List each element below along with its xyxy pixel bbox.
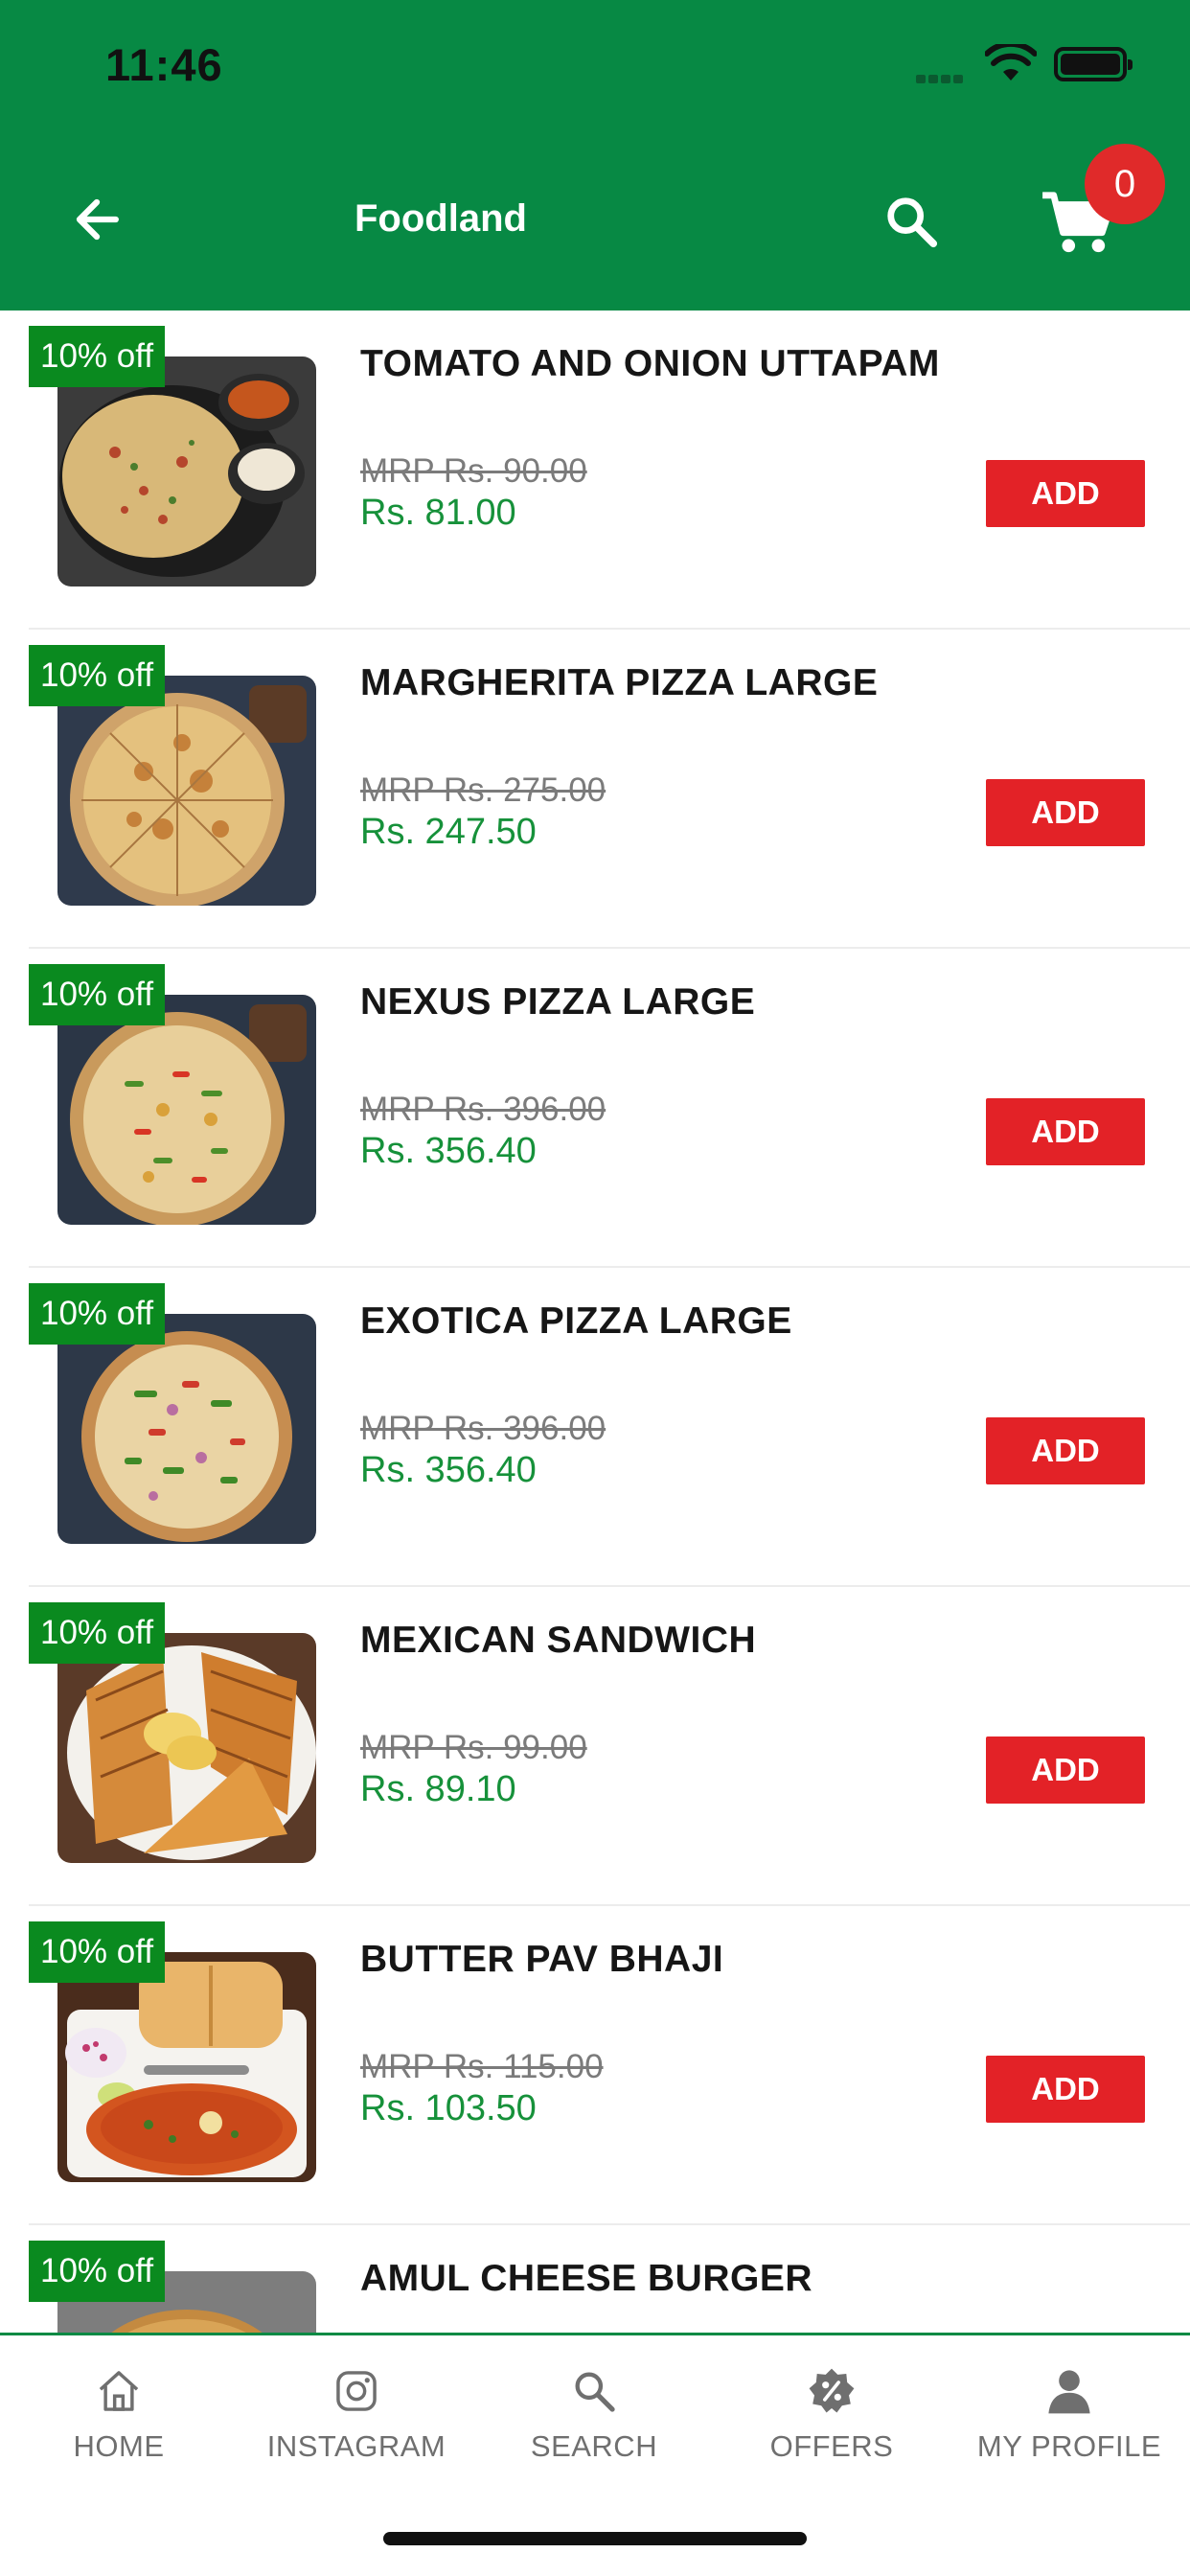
discount-badge: 10% off — [29, 964, 166, 1025]
list-item[interactable]: 10% off MEXICAN SANDWICH MRP Rs. 99.00 R… — [29, 1587, 1190, 1906]
product-mrp: MRP Rs. 396.00 — [360, 1410, 606, 1447]
search-icon — [887, 197, 938, 248]
page-title: Foodland — [355, 197, 527, 240]
nav-label: INSTAGRAM — [266, 2429, 446, 2463]
profile-icon — [1041, 2362, 1098, 2420]
product-list: 10% off TOMATO AND ONION UTTAPAM MRP Rs.… — [0, 310, 1190, 2333]
discount-badge: 10% off — [29, 326, 166, 387]
nav-label: OFFERS — [769, 2429, 894, 2463]
product-mrp: MRP Rs. 90.00 — [360, 452, 587, 490]
product-image — [57, 676, 316, 906]
product-price: Rs. 89.10 — [360, 1769, 516, 1809]
battery-icon — [1054, 47, 1133, 81]
product-image — [57, 1314, 316, 1544]
app-header: 11:46 Foodland 0 — [0, 0, 1190, 310]
product-name: MARGHERITA PIZZA LARGE — [360, 662, 879, 703]
product-image — [57, 1952, 316, 2182]
product-name: MEXICAN SANDWICH — [360, 1620, 757, 1661]
nav-search[interactable]: SEARCH — [475, 2362, 713, 2496]
discount-badge: 10% off — [29, 1921, 166, 1983]
product-price: Rs. 356.40 — [360, 1131, 537, 1171]
list-item[interactable]: 10% off AMUL CHEESE BURGER — [29, 2225, 1190, 2333]
list-item[interactable]: 10% off MARGHERITA PIZZA LARGE MRP Rs. 2… — [29, 630, 1190, 949]
cellular-signal-icon — [916, 71, 970, 83]
list-item[interactable]: 10% off TOMATO AND ONION UTTAPAM MRP Rs.… — [29, 310, 1190, 630]
product-image — [57, 1633, 316, 1863]
add-button[interactable]: ADD — [986, 779, 1145, 846]
discount-badge: 10% off — [29, 1602, 166, 1664]
back-button[interactable] — [65, 188, 128, 251]
product-price: Rs. 247.50 — [360, 812, 537, 852]
product-image — [57, 356, 316, 586]
product-price: Rs. 81.00 — [360, 493, 516, 533]
search-button[interactable] — [878, 188, 945, 255]
product-image — [57, 995, 316, 1225]
list-item[interactable]: 10% off BUTTER PAV BHAJI MRP Rs. 115.00 … — [29, 1906, 1190, 2225]
search-icon — [565, 2362, 623, 2420]
product-name: TOMATO AND ONION UTTAPAM — [360, 343, 940, 384]
nav-instagram[interactable]: INSTAGRAM — [238, 2362, 475, 2496]
status-time: 11:46 — [105, 39, 223, 90]
product-name: NEXUS PIZZA LARGE — [360, 981, 756, 1023]
product-price: Rs. 103.50 — [360, 2088, 537, 2128]
product-name: EXOTICA PIZZA LARGE — [360, 1300, 792, 1342]
product-mrp: MRP Rs. 99.00 — [360, 1729, 587, 1766]
product-price: Rs. 356.40 — [360, 1450, 537, 1490]
home-indicator[interactable] — [383, 2532, 807, 2545]
product-name: AMUL CHEESE BURGER — [360, 2258, 812, 2299]
product-mrp: MRP Rs. 275.00 — [360, 771, 606, 809]
product-name: BUTTER PAV BHAJI — [360, 1939, 724, 1980]
nav-offers[interactable]: OFFERS — [713, 2362, 950, 2496]
nav-label: SEARCH — [530, 2429, 658, 2463]
add-button[interactable]: ADD — [986, 1417, 1145, 1484]
product-mrp: MRP Rs. 115.00 — [360, 2048, 604, 2085]
nav-label: MY PROFILE — [976, 2429, 1162, 2463]
cart-count-badge: 0 — [1085, 144, 1165, 224]
add-button[interactable]: ADD — [986, 1098, 1145, 1165]
add-button[interactable]: ADD — [986, 1736, 1145, 1804]
nav-my-profile[interactable]: MY PROFILE — [950, 2362, 1188, 2496]
discount-badge: 10% off — [29, 645, 166, 706]
wifi-icon — [984, 40, 1038, 82]
offers-icon — [803, 2362, 860, 2420]
arrow-left-icon — [76, 198, 119, 241]
add-button[interactable]: ADD — [986, 2056, 1145, 2123]
nav-label: HOME — [73, 2429, 165, 2463]
discount-badge: 10% off — [29, 2241, 166, 2302]
add-button[interactable]: ADD — [986, 460, 1145, 527]
list-item[interactable]: 10% off NEXUS PIZZA LARGE MRP Rs. 396.00… — [29, 949, 1190, 1268]
discount-badge: 10% off — [29, 1283, 166, 1345]
nav-home[interactable]: HOME — [0, 2362, 238, 2496]
list-item[interactable]: 10% off EXOTICA PIZZA LARGE MRP Rs. 396.… — [29, 1268, 1190, 1587]
product-mrp: MRP Rs. 396.00 — [360, 1091, 606, 1128]
instagram-icon — [328, 2362, 385, 2420]
home-icon — [90, 2362, 148, 2420]
